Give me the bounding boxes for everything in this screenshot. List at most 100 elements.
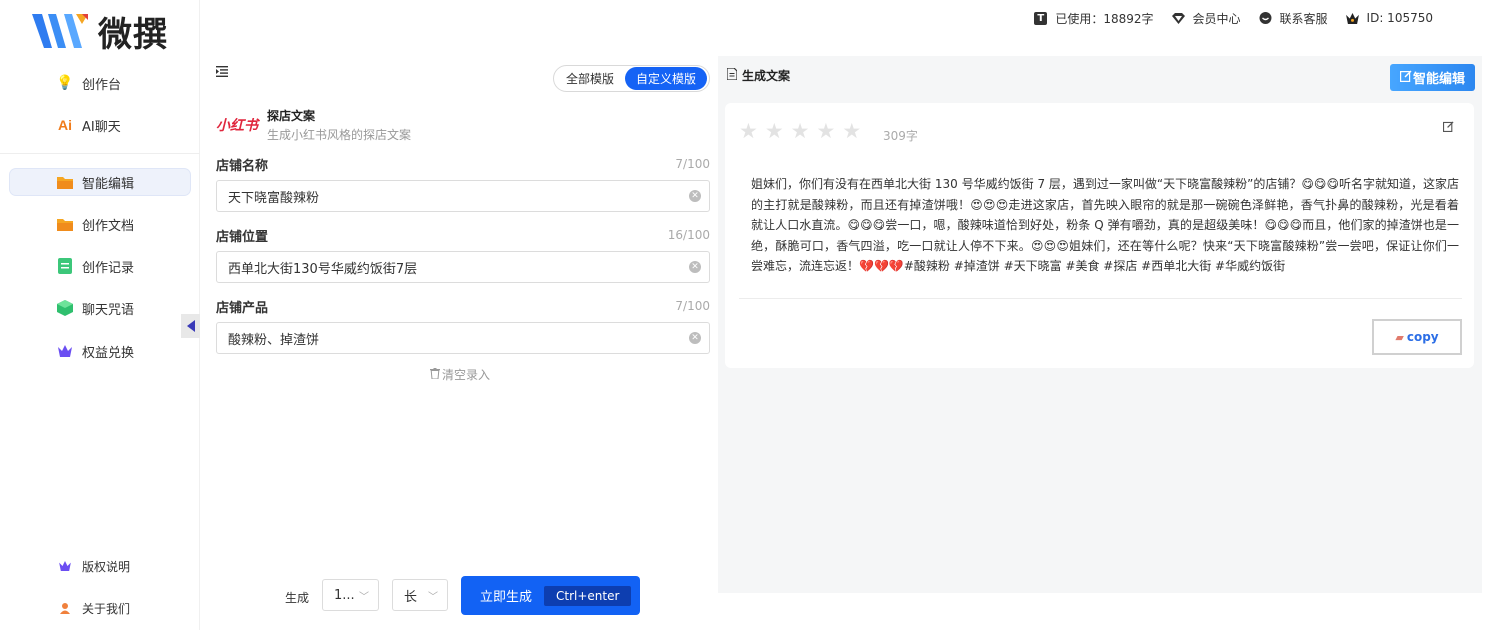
caret-left-icon	[187, 320, 195, 332]
field-label-shop-name: 店铺名称	[216, 159, 269, 174]
sidebar-collapse-button[interactable]	[181, 314, 201, 338]
shop-products-input[interactable]: 酸辣粉、掉渣饼 ✕	[216, 322, 710, 354]
shortcut-hint: Ctrl+enter	[544, 585, 632, 606]
sidebar-item-prompts[interactable]: 聊天咒语	[10, 295, 190, 321]
sidebar-item-label: 创作文档	[82, 218, 135, 234]
menu-fold-icon[interactable]	[216, 66, 228, 81]
sidebar-item-label: 聊天咒语	[82, 302, 135, 318]
folder-icon	[56, 173, 74, 191]
clear-field-icon[interactable]: ✕	[689, 332, 701, 344]
usage-text: 已使用：18892字	[1055, 11, 1154, 26]
quantity-select-value: 1...	[334, 587, 355, 603]
user-icon	[56, 599, 74, 617]
shop-location-input[interactable]: 西单北大街130号华威约饭街7层 ✕	[216, 251, 710, 283]
generated-result-card: ★ ★ ★ ★ ★ 309字 姐妹们，你们有没有在西单北大街 130 号华威约饭…	[725, 103, 1474, 368]
user-id-display[interactable]: ID: 105750	[1345, 11, 1433, 25]
brand-logo[interactable]: 微撰	[30, 10, 168, 55]
edit-icon[interactable]	[1443, 121, 1454, 135]
template-description: 生成小红书风格的探店文案	[267, 128, 412, 142]
diamond-icon	[1171, 12, 1185, 25]
copy-button[interactable]: ▰ copy	[1372, 319, 1462, 355]
generated-text[interactable]: 姐妹们，你们有没有在西单北大街 130 号华威约饭街 7 层，遇到过一家叫做“天…	[751, 174, 1459, 277]
usage-indicator: T 已使用：18892字	[1034, 10, 1154, 27]
sidebar-item-workbench[interactable]: 💡 创作台	[10, 70, 190, 96]
clear-input-button[interactable]: 清空录入	[430, 366, 490, 383]
sidebar-divider	[0, 153, 200, 154]
sidebar-item-label: 智能编辑	[82, 176, 135, 192]
clear-field-icon[interactable]: ✕	[689, 261, 701, 273]
shop-name-value: 天下晓富酸辣粉	[228, 190, 320, 206]
text-t-icon: T	[1034, 11, 1048, 25]
sidebar-item-label: 版权说明	[82, 559, 131, 574]
word-count: 309字	[883, 129, 918, 143]
sidebar-item-about[interactable]: 关于我们	[10, 595, 190, 621]
sidebar-item-smart-edit[interactable]: 智能编辑	[10, 169, 190, 195]
copy-label: copy	[1406, 330, 1439, 344]
template-mode-toggle: 全部模版 自定义模版	[553, 65, 710, 92]
star-icon[interactable]: ★	[842, 119, 861, 143]
field-label-shop-products: 店铺产品	[216, 301, 269, 316]
edit-icon	[1399, 70, 1412, 86]
sidebar-item-label: 权益兑换	[82, 345, 135, 361]
char-count-shop-name: 7/100	[675, 157, 710, 171]
chevron-down-icon: ﹀	[359, 592, 369, 603]
smart-edit-button[interactable]: 智能编辑	[1390, 64, 1475, 91]
sidebar-item-copyright[interactable]: 版权说明	[10, 553, 190, 579]
sidebar-item-history[interactable]: 创作记录	[10, 253, 190, 279]
tab-custom-templates[interactable]: 自定义模版	[625, 67, 708, 90]
length-select-value: 长	[404, 589, 418, 605]
output-title: 生成文案	[742, 69, 791, 83]
sidebar-item-redeem[interactable]: 权益兑换	[10, 338, 190, 364]
generate-count-label: 生成	[285, 591, 310, 605]
document-icon	[56, 257, 74, 275]
shop-name-input[interactable]: 天下晓富酸辣粉 ✕	[216, 180, 710, 212]
star-icon[interactable]: ★	[791, 119, 810, 143]
card-divider	[739, 298, 1462, 299]
crown-icon	[56, 557, 74, 575]
quantity-select[interactable]: 1... ﹀	[322, 579, 379, 611]
chevron-down-icon: ﹀	[428, 592, 438, 603]
xiaohongshu-logo: 小红书	[216, 118, 258, 134]
char-count-shop-location: 16/100	[667, 228, 710, 242]
folder-icon	[56, 215, 74, 233]
sidebar-item-ai-chat[interactable]: Ai AI聊天	[10, 112, 190, 138]
crown-icon	[1345, 12, 1359, 25]
user-id-text: ID: 105750	[1366, 11, 1433, 25]
length-select[interactable]: 长 ﹀	[392, 579, 448, 611]
trash-icon	[430, 367, 440, 382]
chat-bubble-icon	[1259, 11, 1272, 25]
crown-icon	[56, 342, 74, 360]
sidebar-item-label: 创作台	[82, 77, 122, 93]
star-icon[interactable]: ★	[739, 119, 758, 143]
smart-edit-label: 智能编辑	[1412, 72, 1465, 87]
shop-location-value: 西单北大街130号华威约饭街7层	[228, 261, 418, 277]
rating-stars[interactable]: ★ ★ ★ ★ ★	[739, 119, 868, 143]
member-center-label: 会员中心	[1192, 11, 1241, 26]
cube-icon	[56, 299, 74, 317]
input-form-panel: 全部模版 自定义模版 小红书 探店文案 生成小红书风格的探店文案 店铺名称 7/…	[200, 56, 718, 630]
sidebar-item-label: AI聊天	[82, 119, 121, 135]
clear-input-label: 清空录入	[442, 368, 491, 382]
w-logo-icon	[32, 14, 88, 48]
clear-field-icon[interactable]: ✕	[689, 190, 701, 202]
template-title: 探店文案	[267, 109, 316, 123]
file-icon	[726, 67, 738, 83]
field-label-shop-location: 店铺位置	[216, 230, 269, 245]
tab-all-templates[interactable]: 全部模版	[555, 67, 625, 90]
copy-icon: ▰	[1395, 330, 1404, 344]
generate-now-label: 立即生成	[480, 590, 533, 605]
star-icon[interactable]: ★	[816, 119, 835, 143]
bulb-icon: 💡	[56, 75, 74, 91]
ai-icon: Ai	[58, 117, 72, 133]
generate-now-button[interactable]: 立即生成 Ctrl+enter	[461, 576, 640, 615]
output-panel: 生成文案 智能编辑 ★ ★ ★ ★ ★ 309字 姐妹们，你们有没有在西单北大街…	[718, 56, 1482, 593]
member-center-link[interactable]: 会员中心	[1171, 10, 1241, 27]
shop-products-value: 酸辣粉、掉渣饼	[228, 332, 320, 348]
sidebar: 微撰 💡 创作台 Ai AI聊天 智能编辑 创作文档 创作记录 聊天咒语 权益兑…	[0, 0, 201, 630]
sidebar-item-documents[interactable]: 创作文档	[10, 211, 190, 237]
star-icon[interactable]: ★	[765, 119, 784, 143]
header-bar: T 已使用：18892字 会员中心 联系客服 ID: 105750	[1034, 10, 1490, 26]
sidebar-item-label: 创作记录	[82, 260, 135, 276]
contact-support-link[interactable]: 联系客服	[1259, 10, 1328, 27]
char-count-shop-products: 7/100	[675, 299, 710, 313]
